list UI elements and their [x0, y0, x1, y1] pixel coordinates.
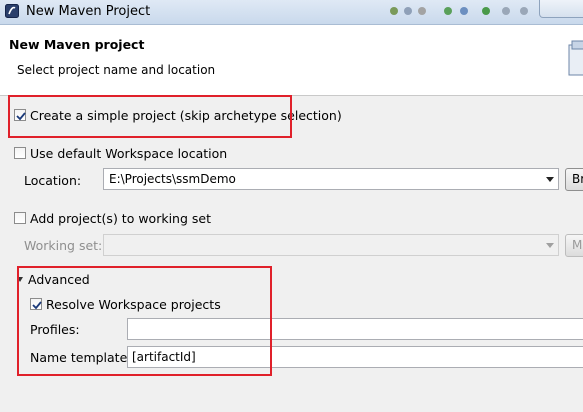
- simple-project-checkbox[interactable]: [14, 109, 26, 121]
- dropdown-arrow-icon: [546, 243, 554, 248]
- more-working-sets-button[interactable]: M: [565, 234, 583, 257]
- name-template-value: [artifactId]: [132, 350, 196, 364]
- profiles-input[interactable]: [127, 318, 583, 340]
- name-template-input[interactable]: [artifactId]: [127, 346, 583, 368]
- checkmark-icon: [16, 112, 26, 121]
- working-set-label: Working set:: [24, 238, 103, 253]
- eclipse-app-icon: [5, 4, 19, 18]
- title-bar: New Maven Project: [0, 0, 583, 25]
- location-combo[interactable]: E:\Projects\ssmDemo: [103, 168, 559, 190]
- checkmark-icon: [32, 301, 42, 310]
- toolbar-icons-behind: [390, 7, 528, 15]
- working-set-checkbox-label[interactable]: Add project(s) to working set: [30, 211, 211, 226]
- name-template-label: Name template:: [30, 350, 132, 365]
- expand-advanced-icon[interactable]: [17, 277, 23, 282]
- dropdown-arrow-icon: [546, 177, 554, 182]
- simple-project-label[interactable]: Create a simple project (skip archetype …: [30, 108, 342, 123]
- maven-wizard-icon: [568, 40, 583, 76]
- location-value: E:\Projects\ssmDemo: [109, 172, 236, 186]
- default-workspace-checkbox[interactable]: [14, 147, 26, 159]
- working-set-checkbox[interactable]: [14, 212, 26, 224]
- minimize-button[interactable]: [539, 0, 583, 18]
- browse-location-button[interactable]: Br: [565, 168, 583, 191]
- resolve-workspace-label[interactable]: Resolve Workspace projects: [46, 297, 221, 312]
- profiles-label: Profiles:: [30, 322, 80, 337]
- window-title: New Maven Project: [26, 4, 151, 19]
- wizard-header: New Maven project Select project name an…: [0, 25, 583, 96]
- default-workspace-label[interactable]: Use default Workspace location: [30, 146, 227, 161]
- wizard-title: New Maven project: [9, 37, 145, 52]
- wizard-subtitle: Select project name and location: [17, 63, 216, 77]
- working-set-combo[interactable]: [103, 234, 559, 256]
- advanced-section-label[interactable]: Advanced: [28, 272, 90, 287]
- resolve-workspace-checkbox[interactable]: [30, 298, 42, 310]
- location-label: Location:: [24, 173, 82, 188]
